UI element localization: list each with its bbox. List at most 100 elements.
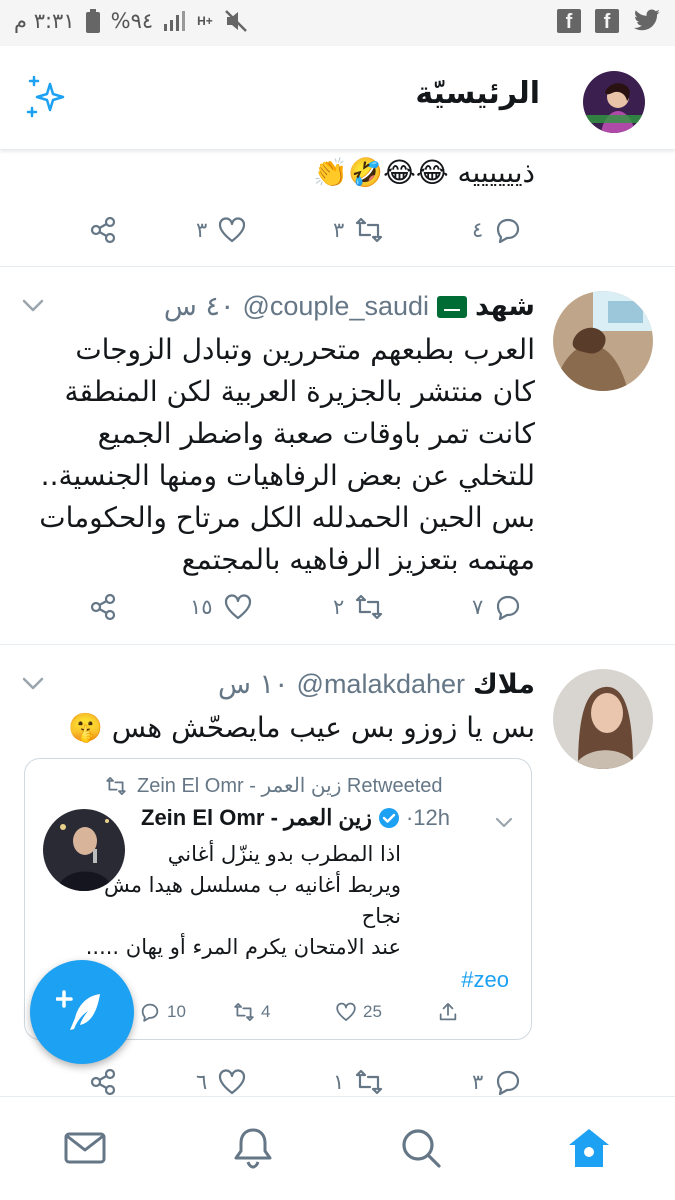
reply-icon [497, 595, 520, 621]
status-left: ٣:٣١ م %٩٤ H+ [14, 8, 249, 34]
upload-icon [439, 1003, 457, 1021]
tweet[interactable]: شهد @couple_saudi ٤٠ س العرب بطبعهم متحر… [0, 267, 675, 645]
avatar-image [553, 669, 653, 769]
quoted-tweet-actions: 10 4 25 [125, 1001, 525, 1031]
retweet-button[interactable]: ٣ [333, 210, 384, 250]
reply-count: ٣ [472, 1070, 484, 1094]
like-count: ٣ [196, 218, 208, 242]
author-handle[interactable]: @couple_saudi [242, 291, 429, 322]
mail-icon [64, 1132, 106, 1164]
hashtag-link[interactable]: #zeo [461, 967, 509, 993]
share-button[interactable] [88, 587, 118, 627]
quoted-text-line: اذا المطرب بدو ينزّل أغاني [167, 842, 401, 866]
reply-button[interactable]: ٤ [472, 210, 523, 250]
quoted-retweet-count: 4 [261, 1002, 271, 1021]
author-name[interactable]: ملاك [473, 669, 535, 700]
share-icon [90, 593, 116, 621]
reply-icon [141, 1003, 159, 1022]
status-bar: ٣:٣١ م %٩٤ H+ f f [0, 0, 675, 46]
saudi-flag-icon [437, 295, 468, 318]
battery-percent: %٩٤ [110, 9, 154, 33]
tweet[interactable]: ذييييييه 😂😂🤣👏 ٤ ٣ ٣ [0, 150, 675, 267]
tweet-header: شهد @couple_saudi ٤٠ س [164, 291, 535, 322]
tweet-text: ذييييييه 😂😂🤣👏 [313, 156, 535, 189]
share-button[interactable] [88, 1062, 118, 1096]
compose-tweet-button[interactable] [30, 960, 134, 1064]
retweet-icon [356, 217, 383, 243]
nav-notifications[interactable] [230, 1125, 276, 1171]
quoted-text-line: نجاح [361, 904, 401, 928]
tweet-actions: ٤ ٣ ٣ [0, 210, 675, 250]
reply-icon [497, 218, 520, 244]
like-button[interactable]: ١٥ [190, 587, 253, 627]
tweet-header: ملاك @malakdaher ١٠ س [218, 669, 535, 700]
quoted-share-button[interactable] [437, 1001, 459, 1023]
facebook-icon: f [557, 9, 581, 33]
profile-avatar[interactable] [583, 71, 645, 133]
quoted-reply-button[interactable]: 10 [139, 1001, 186, 1023]
avatar-image [583, 71, 645, 133]
retweeted-by-text: Zein El Omr - زين العمر Retweeted [137, 775, 443, 797]
retweet-icon [356, 594, 383, 620]
nav-home[interactable] [566, 1125, 612, 1171]
status-time: ٣:٣١ م [14, 9, 75, 33]
retweet-button[interactable]: ١ [333, 1062, 384, 1096]
chevron-down-icon[interactable] [22, 677, 44, 691]
heart-icon [219, 1069, 246, 1095]
tweet-time: ١٠ س [217, 669, 289, 700]
app-header: الرئيسيّة [0, 46, 675, 150]
chevron-down-icon[interactable] [495, 817, 513, 829]
tweet-actions: ٣ ١ ٦ [0, 1062, 675, 1096]
share-icon [90, 216, 116, 244]
tweet-text: العرب بطبعهم متحررين وتبادل الزوجات كان … [39, 333, 535, 576]
heart-icon [336, 1002, 356, 1021]
reply-button[interactable]: ٣ [472, 1062, 523, 1096]
heart-icon [219, 217, 246, 243]
retweeted-by: Zein El Omr - زين العمر Retweeted [105, 773, 443, 798]
reply-button[interactable]: ٧ [472, 587, 523, 627]
like-button[interactable]: ٣ [196, 210, 247, 250]
tweet-time: ٤٠ س [163, 291, 235, 322]
reply-count: ٤ [472, 218, 484, 242]
tweet-actions: ٧ ٢ ١٥ [0, 587, 675, 627]
avatar-image [553, 291, 653, 391]
retweet-icon [234, 1003, 254, 1021]
retweet-icon [356, 1069, 383, 1095]
quoted-retweet-button[interactable]: 4 [233, 1001, 270, 1023]
chevron-down-icon[interactable] [22, 299, 44, 313]
page-title: الرئيسيّة [415, 76, 540, 111]
search-icon [402, 1129, 441, 1168]
retweet-button[interactable]: ٢ [333, 587, 384, 627]
quoted-text-line: عند الامتحان يكرم المرء أو يهان ..... [85, 935, 401, 959]
tweet-avatar[interactable] [553, 291, 653, 391]
quoted-reply-count: 10 [167, 1002, 186, 1021]
signal-icon [164, 11, 186, 31]
quoted-author-name[interactable]: Zein El Omr - زين العمر [141, 805, 372, 831]
twitter-icon [634, 9, 660, 31]
bell-icon [234, 1128, 272, 1169]
battery-icon [85, 9, 100, 33]
like-button[interactable]: ٦ [196, 1062, 247, 1096]
quoted-time-value: 12h [413, 805, 450, 830]
retweet-icon [106, 776, 126, 795]
author-name[interactable]: شهد [475, 291, 535, 322]
retweet-count: ٢ [333, 595, 345, 619]
nav-search[interactable] [398, 1125, 444, 1171]
reply-count: ٧ [472, 595, 484, 619]
author-handle[interactable]: @malakdaher [297, 669, 466, 700]
facebook-icon: f [595, 9, 619, 33]
compose-feather-icon [56, 990, 100, 1030]
reply-icon [497, 1070, 520, 1096]
quoted-text-line: ويربط أغانيه ب مسلسل هيدا مش [103, 873, 401, 897]
nav-messages[interactable] [62, 1125, 108, 1171]
retweet-count: ٣ [333, 218, 345, 242]
timeline-feed[interactable]: ذييييييه 😂😂🤣👏 ٤ ٣ ٣ شهد @couple_saudi ٤٠… [0, 150, 675, 1096]
sparkle-icon[interactable] [24, 74, 70, 120]
tweet-avatar[interactable] [553, 669, 653, 769]
quoted-like-button[interactable]: 25 [335, 1001, 382, 1023]
like-count: ١٥ [190, 595, 213, 619]
home-icon [569, 1129, 609, 1167]
status-right: f f [557, 9, 661, 33]
share-button[interactable] [88, 210, 118, 250]
quoted-tweet-text: اذا المطرب بدو ينزّل أغاني ويربط أغانيه … [41, 839, 401, 963]
